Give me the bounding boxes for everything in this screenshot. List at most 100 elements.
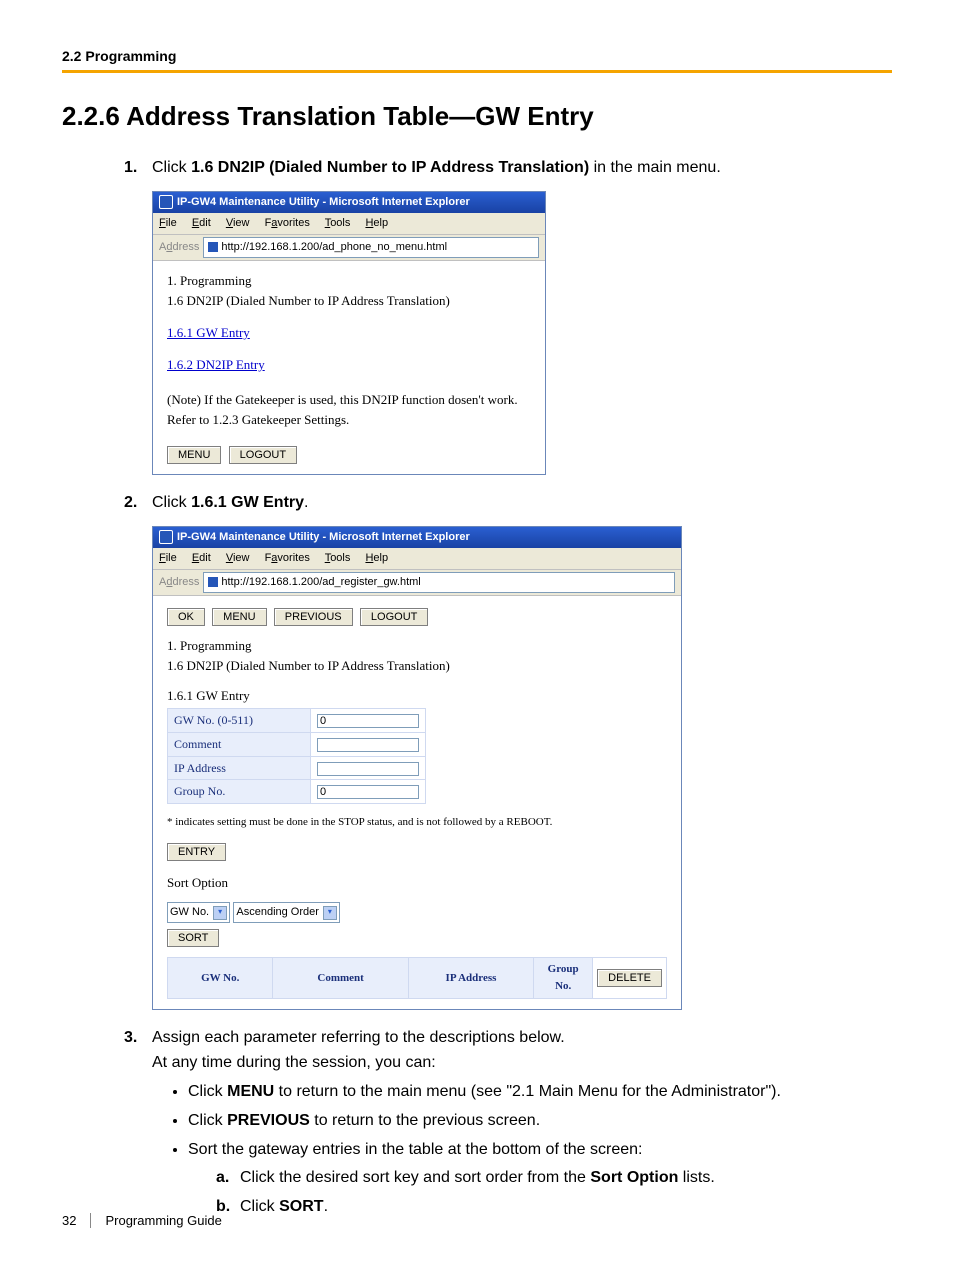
sort-order-select[interactable]: Ascending Order ▾ — [233, 902, 340, 923]
step2-post: . — [304, 494, 308, 511]
input-gwno[interactable] — [317, 714, 419, 728]
screenshot-2: IP-GW4 Maintenance Utility - Microsoft I… — [152, 526, 682, 1011]
menu-edit[interactable]: Edit — [192, 552, 211, 564]
a-bold: Sort Option — [590, 1169, 678, 1186]
ie1-menubar: File Edit View Favorites Tools Help — [153, 213, 545, 235]
link-gw-entry[interactable]: 1.6.1 GW Entry — [167, 325, 250, 340]
bullet-sort: Sort the gateway entries in the table at… — [188, 1138, 892, 1220]
ie2-menubar: File Edit View Favorites Tools Help — [153, 548, 681, 570]
alpha-b: Click SORT. — [240, 1195, 892, 1220]
menu-view[interactable]: View — [226, 217, 250, 229]
ok-button[interactable]: OK — [167, 608, 205, 626]
previous-button[interactable]: PREVIOUS — [274, 608, 353, 626]
ie-logo-icon — [159, 530, 173, 544]
bullet-menu: Click MENU to return to the main menu (s… — [188, 1080, 892, 1105]
input-group[interactable] — [317, 785, 419, 799]
shot1-note2: Refer to 1.2.3 Gatekeeper Settings. — [167, 410, 531, 430]
entry-button[interactable]: ENTRY — [167, 843, 226, 861]
address-input[interactable]: http://192.168.1.200/ad_register_gw.html — [203, 572, 675, 593]
link-dn2ip-entry[interactable]: 1.6.2 DN2IP Entry — [167, 357, 265, 372]
shot1-line1: 1. Programming — [167, 271, 531, 291]
ie2-content: OK MENU PREVIOUS LOGOUT 1. Programming 1… — [153, 596, 681, 1010]
ie2-titlebar: IP-GW4 Maintenance Utility - Microsoft I… — [153, 527, 681, 548]
alpha-list: Click the desired sort key and sort orde… — [188, 1166, 892, 1220]
page-footer: 32 Programming Guide — [62, 1213, 222, 1228]
ie1-title: IP-GW4 Maintenance Utility - Microsoft I… — [177, 194, 470, 211]
sort-key-value: GW No. — [170, 904, 209, 921]
bb-bold: SORT — [279, 1198, 323, 1215]
label-group: Group No. — [168, 780, 311, 804]
ie2-addressbar: Address http://192.168.1.200/ad_register… — [153, 570, 681, 596]
alpha-a: Click the desired sort key and sort orde… — [240, 1166, 892, 1191]
menu-file[interactable]: File — [159, 552, 177, 564]
menu-view[interactable]: View — [226, 552, 250, 564]
menu-help[interactable]: Help — [365, 217, 388, 229]
bb-post: . — [324, 1198, 328, 1215]
ie1-titlebar: IP-GW4 Maintenance Utility - Microsoft I… — [153, 192, 545, 213]
ie2-title: IP-GW4 Maintenance Utility - Microsoft I… — [177, 529, 470, 546]
b1-post: to return to the main menu (see "2.1 Mai… — [274, 1083, 781, 1100]
menu-tools[interactable]: Tools — [325, 217, 351, 229]
section-title: 2.2.6 Address Translation Table—GW Entry — [62, 101, 892, 132]
b2-post: to return to the previous screen. — [310, 1112, 540, 1129]
menu-file[interactable]: File — [159, 217, 177, 229]
delete-button[interactable]: DELETE — [597, 969, 662, 987]
logout-button[interactable]: LOGOUT — [360, 608, 428, 626]
step1-pre: Click — [152, 159, 191, 176]
footer-doc-title: Programming Guide — [90, 1213, 221, 1228]
ie1-addressbar: Address http://192.168.1.200/ad_phone_no… — [153, 235, 545, 261]
step3-line1: Assign each parameter referring to the d… — [152, 1026, 892, 1051]
sort-option-label: Sort Option — [167, 873, 667, 893]
address-label: Address — [159, 239, 199, 256]
gw-grid: GW No. Comment IP Address Group No. DELE… — [167, 957, 667, 999]
col-ip: IP Address — [408, 958, 533, 999]
shot1-line2: 1.6 DN2IP (Dialed Number to IP Address T… — [167, 291, 531, 311]
step-1: Click 1.6 DN2IP (Dialed Number to IP Add… — [152, 156, 892, 475]
favicon-icon — [208, 577, 218, 587]
chevron-down-icon: ▾ — [323, 906, 337, 920]
favicon-icon — [208, 242, 218, 252]
step2-bold: 1.6.1 GW Entry — [191, 494, 304, 511]
bb-pre: Click — [240, 1198, 279, 1215]
menu-favorites[interactable]: Favorites — [265, 217, 310, 229]
step1-bold: 1.6 DN2IP (Dialed Number to IP Address T… — [191, 159, 589, 176]
page-number: 32 — [62, 1213, 76, 1228]
shot1-note1: (Note) If the Gatekeeper is used, this D… — [167, 390, 531, 410]
sort-key-select[interactable]: GW No. ▾ — [167, 902, 230, 923]
sort-button[interactable]: SORT — [167, 929, 219, 947]
screenshot-1: IP-GW4 Maintenance Utility - Microsoft I… — [152, 191, 546, 475]
ie1-content: 1. Programming 1.6 DN2IP (Dialed Number … — [153, 261, 545, 474]
b1-bold: MENU — [227, 1083, 274, 1100]
label-comment: Comment — [168, 733, 311, 757]
address-label: Address — [159, 574, 199, 591]
address-url: http://192.168.1.200/ad_phone_no_menu.ht… — [221, 239, 447, 256]
b2-pre: Click — [188, 1112, 227, 1129]
step3-bullets: Click MENU to return to the main menu (s… — [152, 1080, 892, 1220]
label-gwno: GW No. (0-511) — [168, 709, 311, 733]
step-3: Assign each parameter referring to the d… — [152, 1026, 892, 1220]
shot2-line1: 1. Programming — [167, 636, 667, 656]
step2-pre: Click — [152, 494, 191, 511]
b1-pre: Click — [188, 1083, 227, 1100]
a-post: lists. — [678, 1169, 714, 1186]
menu-button[interactable]: MENU — [212, 608, 266, 626]
input-comment[interactable] — [317, 738, 419, 752]
menu-help[interactable]: Help — [365, 552, 388, 564]
header-rule — [62, 70, 892, 73]
address-input[interactable]: http://192.168.1.200/ad_phone_no_menu.ht… — [203, 237, 539, 258]
shot1-logout-button[interactable]: LOGOUT — [229, 446, 297, 464]
chevron-down-icon: ▾ — [213, 906, 227, 920]
shot1-menu-button[interactable]: MENU — [167, 446, 221, 464]
shot2-subtitle: 1.6.1 GW Entry — [167, 686, 667, 706]
col-group: Group No. — [534, 958, 593, 999]
footnote: * indicates setting must be done in the … — [167, 814, 667, 831]
shot2-line2: 1.6 DN2IP (Dialed Number to IP Address T… — [167, 656, 667, 676]
bullet-previous: Click PREVIOUS to return to the previous… — [188, 1109, 892, 1134]
menu-tools[interactable]: Tools — [325, 552, 351, 564]
step3-line2: At any time during the session, you can: — [152, 1051, 892, 1076]
menu-edit[interactable]: Edit — [192, 217, 211, 229]
menu-favorites[interactable]: Favorites — [265, 552, 310, 564]
steps-list: Click 1.6 DN2IP (Dialed Number to IP Add… — [62, 156, 892, 1220]
a-pre: Click the desired sort key and sort orde… — [240, 1169, 590, 1186]
input-ip[interactable] — [317, 762, 419, 776]
